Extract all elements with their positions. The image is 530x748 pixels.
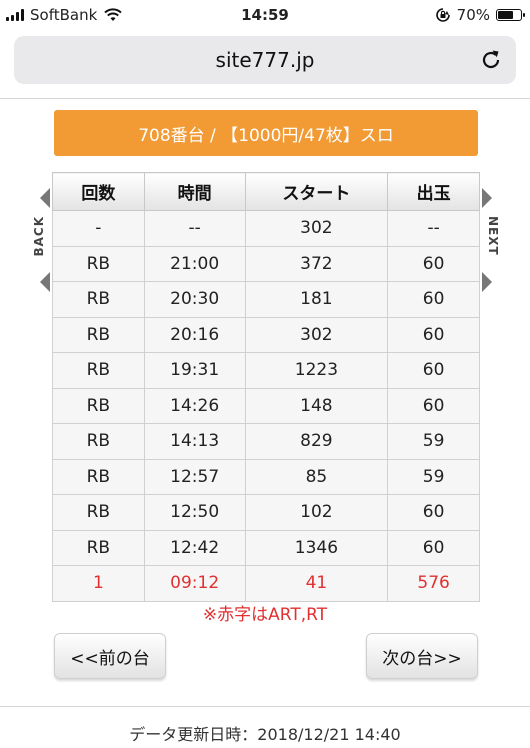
cell-time: -- xyxy=(143,210,246,247)
cell-time: 19:31 xyxy=(143,352,246,389)
table-row: 1 09:12 41 576 xyxy=(52,565,480,602)
cell-start: 41 xyxy=(244,565,389,602)
legend-note: ※赤字はART,RT xyxy=(202,605,328,625)
cell-payout: 60 xyxy=(387,529,480,566)
previous-machine-button[interactable]: <<前の台 xyxy=(54,633,166,679)
column-header-payout: 出玉 xyxy=(387,172,480,211)
cell-time: 12:42 xyxy=(143,529,246,566)
cell-count: RB xyxy=(52,458,145,495)
machine-title: 708番台 / 【1000円/47枚】スロ xyxy=(138,125,394,146)
cell-start: 302 xyxy=(244,316,389,353)
status-right: 70% xyxy=(435,6,525,24)
table-body: - -- 302 -- RB 21:00 372 60 RB 20:30 181 60 RB 20:16 3… xyxy=(52,210,480,602)
table-row: - -- 302 -- xyxy=(52,210,480,247)
cell-payout: 60 xyxy=(387,245,480,282)
cell-count: RB xyxy=(52,352,145,389)
table-row: RB 12:42 1346 60 xyxy=(52,529,480,566)
back-nav[interactable]: BACK xyxy=(32,186,52,296)
reload-icon[interactable] xyxy=(478,47,504,73)
table-row: RB 19:31 1223 60 xyxy=(52,352,480,389)
cell-time: 14:26 xyxy=(143,387,246,424)
cell-start: 1223 xyxy=(244,352,389,389)
cell-count: RB xyxy=(52,423,145,460)
cell-start: 829 xyxy=(244,423,389,460)
table-row: RB 20:16 302 60 xyxy=(52,316,480,353)
address-bar[interactable]: site777.jp xyxy=(14,36,516,84)
cell-count: RB xyxy=(52,529,145,566)
cell-count: 1 xyxy=(52,565,145,602)
cell-start: 102 xyxy=(244,494,389,531)
table-row: RB 20:30 181 60 xyxy=(52,281,480,318)
cell-payout: 60 xyxy=(387,316,480,353)
column-header-start: スタート xyxy=(244,172,389,211)
status-bar: SoftBank 14:59 70% xyxy=(0,0,530,30)
table-row: RB 12:57 85 59 xyxy=(52,458,480,495)
last-updated-text: データ更新日時：2018/12/21 14:40 xyxy=(129,725,401,744)
column-header-time: 時間 xyxy=(143,172,246,211)
cell-payout: 59 xyxy=(387,423,480,460)
cell-payout: 60 xyxy=(387,494,480,531)
hit-history-table: 回数 時間 スタート 出玉 - -- 302 -- RB 21:00 372 60 RB 20:3… xyxy=(52,172,480,602)
cell-payout: 60 xyxy=(387,387,480,424)
cell-start: 302 xyxy=(244,210,389,247)
table-row: RB 12:50 102 60 xyxy=(52,494,480,531)
battery-percent: 70% xyxy=(456,6,490,24)
battery-icon xyxy=(496,9,525,21)
cell-start: 85 xyxy=(244,458,389,495)
next-machine-button[interactable]: 次の台>> xyxy=(366,633,478,679)
cell-payout: 59 xyxy=(387,458,480,495)
cell-start: 181 xyxy=(244,281,389,318)
cell-count: RB xyxy=(52,494,145,531)
cell-time: 12:50 xyxy=(143,494,246,531)
orientation-lock-icon xyxy=(435,8,450,22)
cell-time: 09:12 xyxy=(143,565,246,602)
next-nav[interactable]: NEXT xyxy=(480,186,500,296)
cell-count: - xyxy=(52,210,145,247)
cell-count: RB xyxy=(52,387,145,424)
cell-start: 148 xyxy=(244,387,389,424)
cell-time: 12:57 xyxy=(143,458,246,495)
cell-count: RB xyxy=(52,316,145,353)
machine-title-bar: 708番台 / 【1000円/47枚】スロ xyxy=(54,110,478,156)
cell-time: 21:00 xyxy=(143,245,246,282)
cell-payout: -- xyxy=(387,210,480,247)
cell-payout: 60 xyxy=(387,281,480,318)
table-row: RB 14:13 829 59 xyxy=(52,423,480,460)
cell-time: 20:16 xyxy=(143,316,246,353)
cell-start: 372 xyxy=(244,245,389,282)
cell-payout: 576 xyxy=(387,565,480,602)
cell-count: RB xyxy=(52,281,145,318)
table-row: RB 14:26 148 60 xyxy=(52,387,480,424)
cell-count: RB xyxy=(52,245,145,282)
table-row: RB 21:00 372 60 xyxy=(52,245,480,282)
cell-time: 14:13 xyxy=(143,423,246,460)
cell-start: 1346 xyxy=(244,529,389,566)
column-header-count: 回数 xyxy=(52,172,145,211)
divider xyxy=(0,706,530,707)
table-header-row: 回数 時間 スタート 出玉 xyxy=(52,172,480,211)
cell-payout: 60 xyxy=(387,352,480,389)
url-text[interactable]: site777.jp xyxy=(14,48,516,72)
cell-time: 20:30 xyxy=(143,281,246,318)
divider xyxy=(0,98,530,99)
